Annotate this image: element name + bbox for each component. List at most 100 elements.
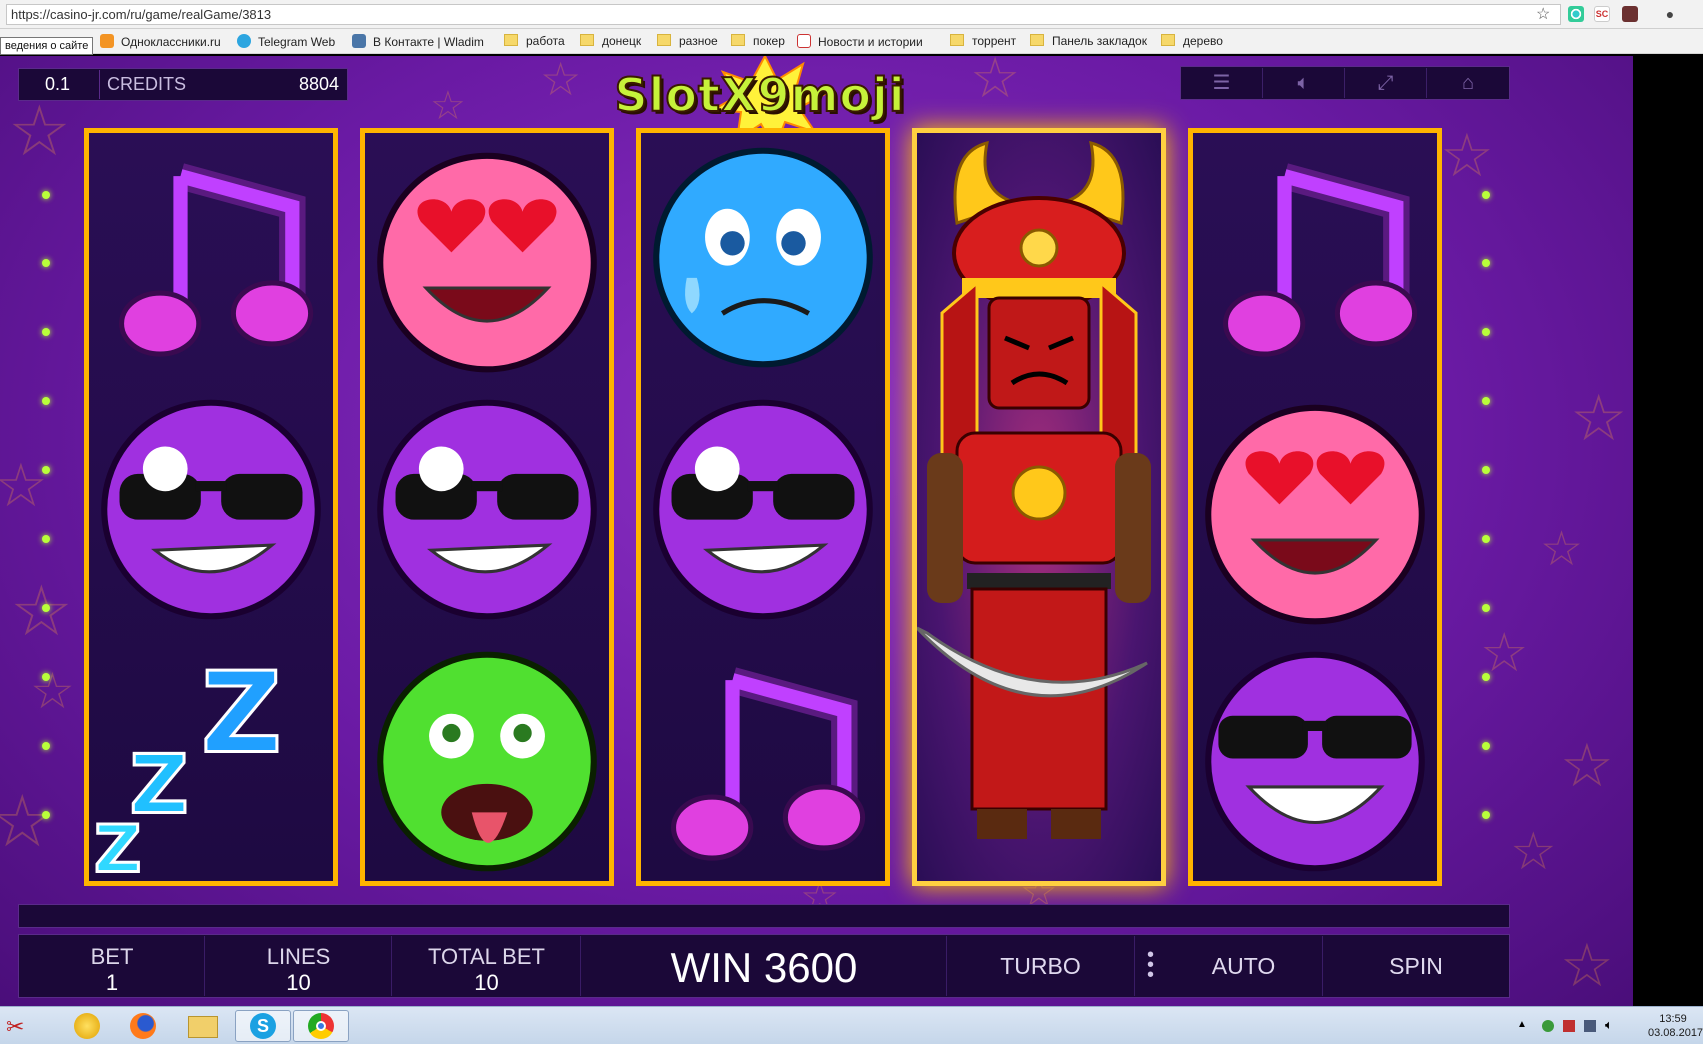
extension-app-icon[interactable] [1622,6,1638,22]
payline-dot [42,742,50,750]
lines-cell[interactable]: LINES 10 [205,936,392,996]
menu-button[interactable]: ☰ [1181,68,1263,98]
payline-dot [42,466,50,474]
auto-button[interactable]: AUTO [1165,936,1323,996]
background-star: ☆ [430,84,466,128]
bookmark-news[interactable]: Новости и истории [797,34,923,49]
user-profile-icon[interactable]: ● [1662,6,1678,22]
auto-options-button[interactable]: • • • [1135,936,1165,996]
folder-icon [657,34,671,46]
skype-icon: S [250,1013,276,1039]
spin-button[interactable]: SPIN [1323,936,1509,996]
taskbar-firefox[interactable] [116,1010,172,1042]
taskbar-chrome[interactable] [293,1010,349,1042]
zzz-sleep-icon: ZZZ [93,647,284,881]
background-star: ☆ [1570,382,1628,454]
symbol-sick-green [365,637,609,881]
bookmark-telegram[interactable]: Telegram Web [237,34,335,49]
taskbar-snipping-tool[interactable]: ✂ [0,1010,56,1042]
news-icon [797,34,811,48]
url-input[interactable]: https://casino-jr.com/ru/game/realGame/3… [6,4,1561,25]
turbo-button[interactable]: TURBO [947,936,1135,996]
music-note-icon [670,667,866,861]
reel-2 [360,128,614,886]
site-info-tooltip: ведения о сайте [0,37,94,55]
divider [99,70,100,99]
background-star: ☆ [10,572,73,650]
folder-icon [1161,34,1175,46]
sick-emoji-icon [377,651,597,872]
home-button[interactable]: ⌂ [1427,68,1509,98]
bet-cell[interactable]: BET 1 [19,936,205,996]
symbol-samurai-wild [917,133,1161,881]
logo-text: SlotX9moji [613,67,906,123]
sunglasses-emoji-icon [377,399,597,620]
bookmark-vk[interactable]: В Контакте | Wladim [352,34,484,49]
folder-icon [731,34,745,46]
win-amount: WIN 3600 [670,944,858,991]
extension-play-icon[interactable] [1568,6,1584,22]
sunglasses-grin-emoji-icon [1205,651,1425,872]
payline-dot [42,397,50,405]
windows-taskbar: ✂ S ▲ 🔈︎ 13:59 03.08.2017 [0,1006,1703,1044]
tray-security-icon[interactable] [1563,1020,1575,1032]
browser-address-bar: https://casino-jr.com/ru/game/realGame/3… [0,0,1703,29]
tray-expand-icon[interactable]: ▲ [1517,1019,1529,1031]
music-note-icon [1222,163,1418,357]
background-star: ☆ [30,663,75,719]
payline-dot [1482,328,1490,336]
page-margin [1633,56,1703,1006]
bet-value: 1 [105,970,119,995]
total-bet-cell: TOTAL BET 10 [392,936,581,996]
bookmark-odnoklassniki[interactable]: Одноклассники.ru [100,34,221,49]
symbol-cool-sunglasses [641,385,885,634]
firefox-icon [130,1013,156,1039]
taskbar-messenger[interactable] [58,1010,114,1042]
folder-icon [1030,34,1044,46]
taskbar-skype[interactable]: S [235,1010,291,1042]
sound-button[interactable]: 🔈︎ [1263,68,1345,98]
vk-icon [352,34,366,48]
clock-date: 03.08.2017 [1648,1027,1703,1039]
bookmark-folder-panel[interactable]: Панель закладок [1030,34,1147,48]
symbol-cool-sunglasses [89,385,333,634]
payline-dot [1482,811,1490,819]
background-star: ☆ [8,92,71,170]
symbol-sleepy-zzz: ZZZ [89,637,333,881]
bookmark-star-icon[interactable]: ☆ [1536,4,1550,24]
win-cell: WIN 3600 [581,936,947,996]
system-clock[interactable]: 13:59 03.08.2017 [1648,1012,1703,1040]
samurai-wild-icon [917,140,1151,839]
credits-label: CREDITS [107,74,187,94]
tray-volume-icon[interactable]: 🔈︎ [1605,1017,1617,1032]
fullscreen-icon: ⤢ [1377,72,1394,94]
bookmark-folder-raznoe[interactable]: разное [657,34,718,48]
lines-value: 10 [286,970,311,995]
bookmark-folder-derevo[interactable]: дерево [1161,34,1223,48]
total-bet-label: TOTAL BET [428,944,545,969]
speaker-icon: 🔈︎ [1297,72,1310,94]
payline-dot [42,535,50,543]
reel-4-winning [912,128,1166,886]
folder-icon [504,34,518,46]
folder-icon [580,34,594,46]
sunglasses-emoji-icon [101,399,321,620]
payline-dot [1482,535,1490,543]
bookmark-folder-donetsk[interactable]: донецк [580,34,641,48]
payline-dot [1482,191,1490,199]
fullscreen-button[interactable]: ⤢ [1345,68,1427,98]
bookmark-folder-torrent[interactable]: торрент [950,34,1016,48]
tray-network-icon[interactable] [1584,1020,1596,1032]
symbol-sunglasses-grin [1193,637,1437,881]
tray-network-sync-icon[interactable] [1542,1020,1554,1032]
payline-dot [1482,397,1490,405]
extension-sc-icon[interactable]: SC [1594,6,1610,22]
bookmark-folder-poker[interactable]: покер [731,34,785,48]
music-note-icon [118,163,314,357]
bookmark-folder-rabota[interactable]: работа [504,34,565,48]
reel-3 [636,128,890,886]
taskbar-file-explorer[interactable] [174,1010,230,1042]
symbol-music-note [1193,133,1437,382]
background-star: ☆ [1540,523,1584,576]
background-star: ☆ [970,56,1021,109]
